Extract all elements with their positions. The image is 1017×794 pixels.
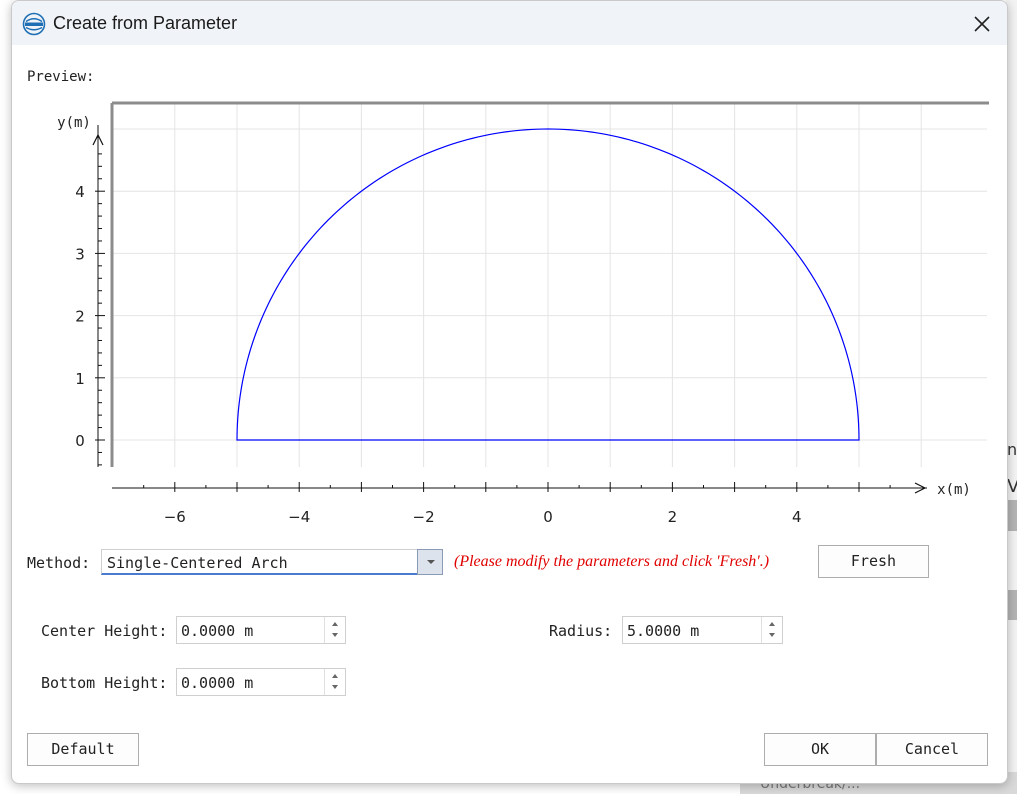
background-text-fragment: nt xyxy=(1007,440,1017,459)
radius-increment[interactable] xyxy=(762,617,782,630)
ok-button[interactable]: OK xyxy=(764,733,876,766)
center-height-decrement[interactable] xyxy=(325,630,345,643)
center-height-stepper xyxy=(324,617,345,643)
close-icon xyxy=(974,16,990,32)
background-text-fragment: Va xyxy=(1007,476,1017,497)
radius-spinbox[interactable]: 5.0000 m xyxy=(622,616,783,644)
chevron-down-icon[interactable] xyxy=(417,549,443,575)
refresh-hint: (Please modify the parameters and click … xyxy=(454,553,770,570)
bottom-height-decrement[interactable] xyxy=(325,682,345,695)
method-select[interactable]: Single-Centered Arch xyxy=(101,549,443,575)
method-selected-value: Single-Centered Arch xyxy=(107,554,288,572)
cancel-button[interactable]: Cancel xyxy=(876,733,988,766)
center-height-spinbox[interactable]: 0.0000 m xyxy=(176,616,346,644)
preview-label: Preview: xyxy=(27,69,95,85)
y-tick-label: 0 xyxy=(75,432,85,450)
bottom-height-spinbox[interactable]: 0.0000 m xyxy=(176,668,346,696)
center-height-increment[interactable] xyxy=(325,617,345,630)
preview-chart: 0 1 2 3 4 y(m) −6 −4 −2 0 2 4 x(m) xyxy=(57,101,989,526)
bottom-height-value: 0.0000 m xyxy=(181,674,254,692)
center-height-value: 0.0000 m xyxy=(181,622,254,640)
radius-decrement[interactable] xyxy=(762,630,782,643)
radius-value: 5.0000 m xyxy=(627,622,700,640)
x-tick-label: 0 xyxy=(543,508,553,526)
bottom-height-stepper xyxy=(324,669,345,695)
y-tick-label: 4 xyxy=(75,183,85,201)
bottom-height-increment[interactable] xyxy=(325,669,345,682)
fresh-button[interactable]: Fresh xyxy=(818,545,929,578)
radius-label: Radius: xyxy=(549,622,613,640)
y-axis-label: y(m) xyxy=(57,115,91,131)
x-tick-label: −4 xyxy=(288,508,310,526)
bottom-height-label: Bottom Height: xyxy=(41,674,168,692)
dialog-title: Create from Parameter xyxy=(53,13,238,33)
y-tick-label: 3 xyxy=(75,245,85,263)
y-tick-label: 1 xyxy=(75,370,85,388)
method-label: Method: xyxy=(27,554,91,572)
create-from-parameter-dialog: Create from Parameter Preview: 0 1 2 3 4 y(m)… xyxy=(11,0,1008,784)
close-button[interactable] xyxy=(966,9,998,39)
x-tick-label: −6 xyxy=(164,508,186,526)
x-tick-label: −2 xyxy=(413,508,435,526)
center-height-label: Center Height: xyxy=(41,622,168,640)
title-bar[interactable]: Create from Parameter xyxy=(12,1,1007,45)
x-tick-label: 2 xyxy=(668,508,678,526)
default-button[interactable]: Default xyxy=(27,733,139,766)
app-logo-icon xyxy=(22,12,46,36)
y-tick-label: 2 xyxy=(75,308,85,326)
x-tick-label: 4 xyxy=(792,508,802,526)
radius-stepper xyxy=(761,617,782,643)
x-axis-label: x(m) xyxy=(937,482,971,498)
